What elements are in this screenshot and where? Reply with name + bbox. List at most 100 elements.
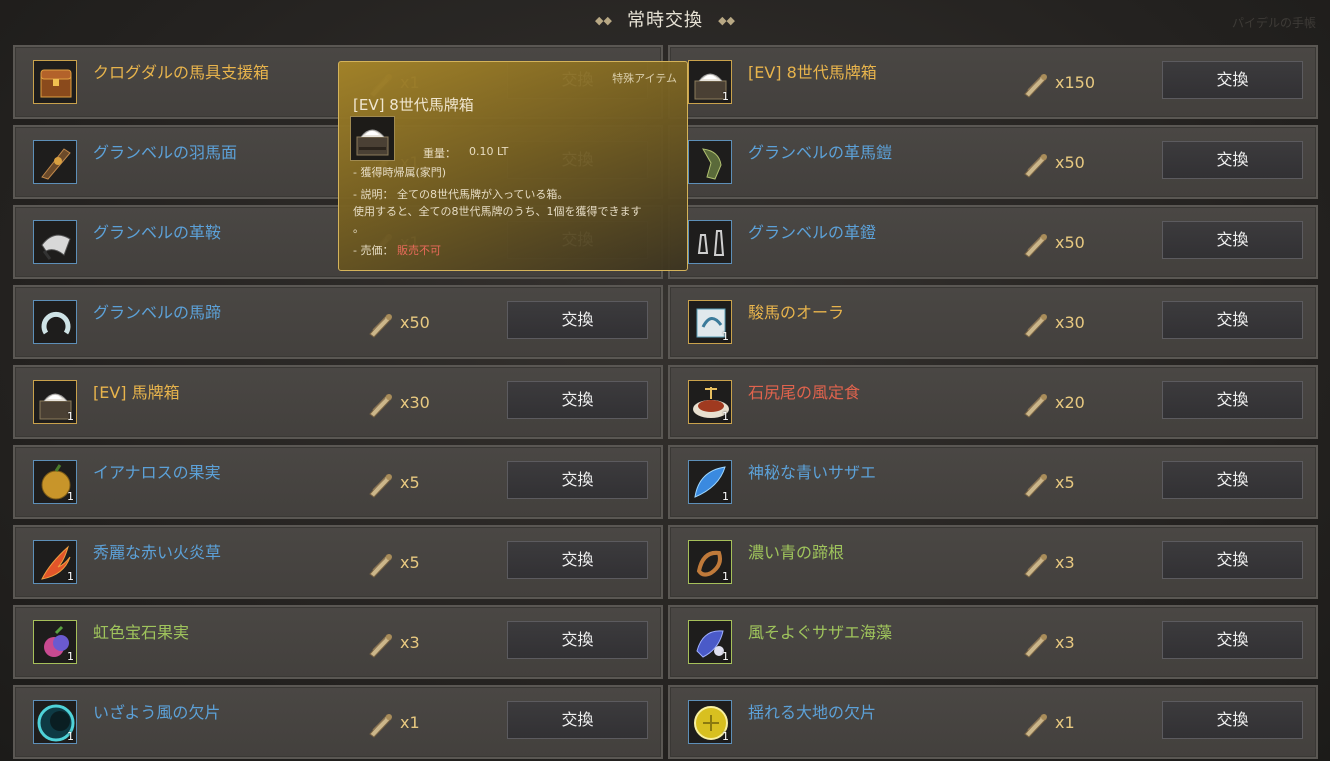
exchange-row: 1 石尻尾の風定食 x20 交換 [668, 365, 1318, 439]
item-name: 秀麗な赤い火炎草 [93, 543, 222, 562]
required-quantity: x3 [400, 633, 420, 652]
exchange-row: グランベルの革鐙 x50 交換 [668, 205, 1318, 279]
required-quantity: x1 [400, 713, 420, 732]
exchange-button[interactable]: 交換 [1162, 141, 1303, 179]
item-count: 1 [67, 490, 74, 503]
scroll-icon [1024, 634, 1047, 658]
required-quantity: x3 [1055, 553, 1075, 572]
exchange-button[interactable]: 交換 [1162, 381, 1303, 419]
exchange-button[interactable]: 交換 [1162, 221, 1303, 259]
item-name: 駿馬のオーラ [748, 303, 845, 322]
item-name: グランベルの馬蹄 [93, 303, 222, 322]
earth-shard-icon[interactable]: 1 [688, 700, 732, 744]
item-name: 濃い青の蹄根 [748, 543, 845, 562]
scroll-icon [1024, 314, 1047, 338]
title-ornament-right: ◆◆ [718, 14, 736, 27]
exchange-row: 1 揺れる大地の欠片 x1 交換 [668, 685, 1318, 759]
horse-box-icon[interactable]: 1 [33, 380, 77, 424]
scroll-icon [369, 634, 392, 658]
horseshoe-icon[interactable] [33, 300, 77, 344]
aura-scroll-icon[interactable]: 1 [688, 300, 732, 344]
exchange-button[interactable]: 交換 [507, 541, 648, 579]
exchange-row: グランベルの馬蹄 x50 交換 [13, 285, 663, 359]
exchange-row: 1 虹色宝石果実 x3 交換 [13, 605, 663, 679]
item-count: 1 [722, 570, 729, 583]
scroll-icon [1024, 394, 1047, 418]
meal-icon[interactable]: 1 [688, 380, 732, 424]
exchange-button[interactable]: 交換 [507, 301, 648, 339]
item-name: 虹色宝石果実 [93, 623, 190, 642]
item-count: 1 [722, 410, 729, 423]
scroll-icon [369, 314, 392, 338]
exchange-button[interactable]: 交換 [1162, 461, 1303, 499]
title-bar: ◆◆ 常時交換 ◆◆ [0, 6, 1330, 32]
scroll-icon [369, 474, 392, 498]
item-name: いざよう風の欠片 [93, 703, 221, 722]
exchange-row: グランベルの革馬鎧 x50 交換 [668, 125, 1318, 199]
required-quantity: x30 [1055, 313, 1085, 332]
title-ornament-left: ◆◆ [594, 14, 612, 27]
required-quantity: x1 [1055, 713, 1075, 732]
scroll-icon [369, 714, 392, 738]
item-count: 1 [67, 410, 74, 423]
item-count: 1 [722, 730, 729, 743]
required-quantity: x5 [1055, 473, 1075, 492]
fruit-icon[interactable]: 1 [33, 460, 77, 504]
item-count: 1 [722, 330, 729, 343]
item-name: 揺れる大地の欠片 [748, 703, 877, 722]
scroll-icon [369, 554, 392, 578]
horse-box-icon [350, 116, 395, 161]
exchange-button[interactable]: 交換 [507, 701, 648, 739]
blue-shell-icon[interactable]: 1 [688, 460, 732, 504]
item-count: 1 [722, 490, 729, 503]
treasure-chest-icon[interactable] [33, 60, 77, 104]
item-tooltip: 特殊アイテム [EV] 8世代馬牌箱 重量： 0.10 LT - 獲得時帰属(家… [338, 61, 688, 271]
faded-header-text: パイデルの手帳 [1231, 16, 1316, 30]
tooltip-title: [EV] 8世代馬牌箱 [353, 96, 474, 114]
exchange-button[interactable]: 交換 [507, 621, 648, 659]
exchange-row: 1 風そよぐサザエ海藻 x3 交換 [668, 605, 1318, 679]
exchange-button[interactable]: 交換 [507, 381, 648, 419]
item-name: グランベルの革馬鎧 [748, 143, 893, 162]
item-name: イアナロスの果実 [93, 463, 221, 482]
tooltip-description-1: - 説明： 全ての8世代馬牌が入っている箱。 [353, 188, 569, 201]
required-quantity: x150 [1055, 73, 1096, 92]
stirrup-icon[interactable] [688, 220, 732, 264]
root-icon[interactable]: 1 [688, 540, 732, 584]
saddle-icon[interactable] [33, 220, 77, 264]
scroll-icon [1024, 554, 1047, 578]
exchange-row: 1 イアナロスの果実 x5 交換 [13, 445, 663, 519]
exchange-button[interactable]: 交換 [1162, 621, 1303, 659]
tooltip-sell-label: - 売価： [353, 244, 397, 257]
tooltip-sell: - 売価： 販売不可 [353, 242, 441, 258]
required-quantity: x3 [1055, 633, 1075, 652]
horse-box-icon[interactable]: 1 [688, 60, 732, 104]
tooltip-weight-label: 重量： [423, 147, 456, 160]
item-name: クログダルの馬具支援箱 [93, 63, 270, 82]
exchange-row: 1 秀麗な赤い火炎草 x5 交換 [13, 525, 663, 599]
exchange-button[interactable]: 交換 [507, 461, 648, 499]
required-quantity: x50 [1055, 233, 1085, 252]
flame-herb-icon[interactable]: 1 [33, 540, 77, 584]
scroll-icon [1024, 474, 1047, 498]
item-name: [EV] 8世代馬牌箱 [748, 63, 877, 82]
item-count: 1 [67, 650, 74, 663]
header: ◆◆ 常時交換 ◆◆ パイデルの手帳 [0, 0, 1330, 40]
exchange-button[interactable]: 交換 [1162, 301, 1303, 339]
required-quantity: x20 [1055, 393, 1085, 412]
exchange-button[interactable]: 交換 [1162, 61, 1303, 99]
item-name: グランベルの革鞍 [93, 223, 222, 242]
wind-shard-icon[interactable]: 1 [33, 700, 77, 744]
seaweed-shell-icon[interactable]: 1 [688, 620, 732, 664]
exchange-button[interactable]: 交換 [1162, 541, 1303, 579]
scroll-icon [1024, 74, 1047, 98]
exchange-row: 1 神秘な青いサザエ x5 交換 [668, 445, 1318, 519]
exchange-button[interactable]: 交換 [1162, 701, 1303, 739]
horse-armor-icon[interactable] [33, 140, 77, 184]
item-name: 石尻尾の風定食 [748, 383, 861, 402]
horse-barding-icon[interactable] [688, 140, 732, 184]
tooltip-description-3: 。 [353, 222, 364, 235]
required-quantity: x50 [400, 313, 430, 332]
gem-fruit-icon[interactable]: 1 [33, 620, 77, 664]
exchange-row: 1 いざよう風の欠片 x1 交換 [13, 685, 663, 759]
